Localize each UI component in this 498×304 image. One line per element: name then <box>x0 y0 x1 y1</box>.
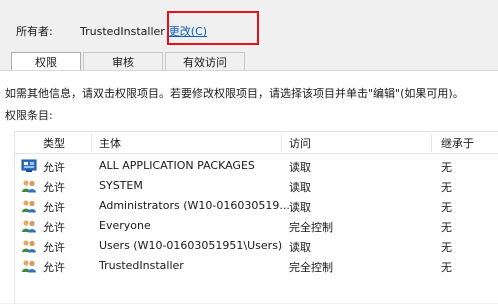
owner-label: 所有者: <box>16 25 53 38</box>
table-row[interactable]: 允许 Everyone 完全控制 无 <box>15 216 498 236</box>
table-row[interactable]: 允许 Users (W10-01603051951\Users) 读取 无 <box>15 236 498 256</box>
row-principal: Everyone <box>99 219 151 232</box>
owner-value: TrustedInstaller <box>80 24 165 38</box>
row-type: 允许 <box>43 201 65 214</box>
row-principal: TrustedInstaller <box>99 259 184 272</box>
row-access: 读取 <box>289 241 311 254</box>
highlight-box <box>167 11 259 45</box>
table-row[interactable]: 允许 SYSTEM 读取 无 <box>15 176 498 196</box>
header-sep <box>91 134 92 152</box>
permission-entries-list[interactable]: 类型 主体 访问 继承于 允许 ALL APPLICATION PACKAGES… <box>14 131 498 304</box>
permissions-panel: 如需其他信息，请双击权限项目。若要修改权限项目，请选择该项目并单击"编辑"(如果… <box>0 70 498 304</box>
users-icon <box>21 258 37 274</box>
users-icon <box>21 198 37 214</box>
list-header: 类型 主体 访问 继承于 <box>15 132 498 154</box>
row-access: 读取 <box>289 181 311 194</box>
package-group-icon <box>21 158 37 174</box>
row-inherited: 无 <box>441 181 452 194</box>
row-type: 允许 <box>43 161 65 174</box>
row-principal: Administrators (W10-016030519... <box>99 199 290 212</box>
row-type: 允许 <box>43 221 65 234</box>
row-type: 允许 <box>43 241 65 254</box>
row-access: 读取 <box>289 161 311 174</box>
row-access: 完全控制 <box>289 261 333 274</box>
header-sep <box>431 134 432 152</box>
tab-strip: 权限 审核 有效访问 <box>11 52 247 71</box>
tab-effective-access[interactable]: 有效访问 <box>165 52 245 71</box>
header-access[interactable]: 访问 <box>289 135 311 151</box>
table-row[interactable]: 允许 ALL APPLICATION PACKAGES 读取 无 <box>15 156 498 176</box>
users-icon <box>21 238 37 254</box>
row-inherited: 无 <box>441 221 452 234</box>
row-inherited: 无 <box>441 261 452 274</box>
row-access: 完全控制 <box>289 221 333 234</box>
users-icon <box>21 178 37 194</box>
row-principal: SYSTEM <box>99 179 143 192</box>
header-principal[interactable]: 主体 <box>99 135 121 151</box>
row-inherited: 无 <box>441 201 452 214</box>
info-text: 如需其他信息，请双击权限项目。若要修改权限项目，请选择该项目并单击"编辑"(如果… <box>5 87 464 100</box>
users-icon <box>21 218 37 234</box>
entries-label: 权限条目: <box>5 109 53 122</box>
row-principal: ALL APPLICATION PACKAGES <box>99 159 255 172</box>
row-type: 允许 <box>43 181 65 194</box>
row-inherited: 无 <box>441 241 452 254</box>
header-sep <box>281 134 282 152</box>
table-row[interactable]: 允许 TrustedInstaller 完全控制 无 <box>15 256 498 276</box>
table-row[interactable]: 允许 Administrators (W10-016030519... 读取 无 <box>15 196 498 216</box>
row-principal: Users (W10-01603051951\Users) <box>99 239 283 252</box>
row-inherited: 无 <box>441 161 452 174</box>
row-type: 允许 <box>43 261 65 274</box>
row-access: 读取 <box>289 201 311 214</box>
tab-permissions[interactable]: 权限 <box>11 52 81 71</box>
tab-auditing[interactable]: 审核 <box>83 52 163 71</box>
header-inherited[interactable]: 继承于 <box>441 135 474 151</box>
header-type[interactable]: 类型 <box>43 135 65 151</box>
